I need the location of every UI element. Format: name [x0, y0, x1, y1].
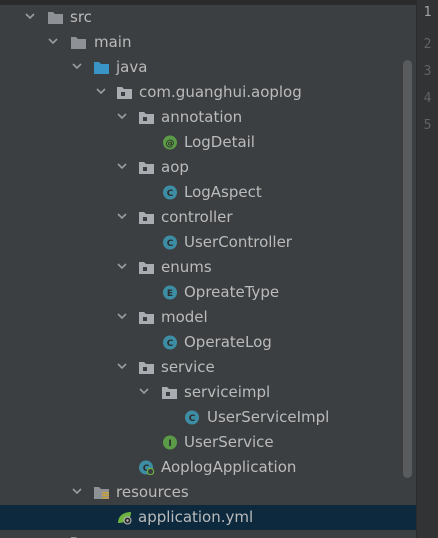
tree-row-model[interactable]: model — [0, 305, 416, 330]
tree-row-label: com.guanghui.aoplog — [139, 83, 302, 101]
chevron-down-icon[interactable] — [117, 313, 127, 320]
tree-row-serviceimpl[interactable]: serviceimpl — [0, 380, 416, 405]
tree-row-service[interactable]: service — [0, 355, 416, 380]
chevron-down-icon[interactable] — [72, 63, 82, 70]
chevron-down-icon[interactable] — [96, 88, 106, 95]
annotation-badge: @ — [166, 139, 175, 149]
class-badge: C — [167, 189, 174, 199]
line-number: 1 — [423, 5, 432, 20]
tree-row-userservice[interactable]: I UserService — [0, 430, 416, 455]
tree-row-annotation[interactable]: annotation — [0, 105, 416, 130]
chevron-down-icon[interactable] — [117, 163, 127, 170]
package-icon — [139, 362, 154, 374]
folder-icon — [71, 37, 86, 49]
chevron-down-icon[interactable] — [72, 488, 82, 495]
tree-row-controller[interactable]: controller — [0, 205, 416, 230]
package-icon — [162, 387, 177, 399]
tree-row-label: service — [161, 358, 215, 376]
spring-config-file-icon — [118, 512, 132, 525]
tree-row-label: annotation — [161, 108, 243, 126]
tree-row-label: aop — [161, 158, 189, 176]
tree-row-logdetail[interactable]: @ LogDetail — [0, 130, 416, 155]
tree-row-label: UserService — [184, 433, 274, 451]
package-icon — [139, 312, 154, 324]
tree-row-label: OperateLog — [184, 333, 272, 351]
class-badge: C — [167, 239, 174, 249]
tree-row-label: java — [116, 58, 148, 76]
tree-row-label: serviceimpl — [184, 383, 271, 401]
tree-row-label: LogAspect — [184, 183, 262, 201]
package-icon — [139, 162, 154, 174]
enum-icon: E — [163, 285, 177, 300]
line-number: 3 — [423, 64, 432, 79]
tree-row-label: src — [70, 8, 92, 26]
tree-row-label: resources — [116, 483, 189, 501]
tree-row-application-yml[interactable]: application.yml — [0, 505, 416, 530]
editor-gutter: 1 2 3 4 5 — [416, 0, 438, 538]
tree-row-package-root[interactable]: com.guanghui.aoplog — [0, 80, 416, 105]
resources-folder-icon — [94, 487, 109, 499]
spring-boot-class-icon: C — [139, 460, 155, 475]
tree-row-resources[interactable]: resources — [0, 480, 416, 505]
project-tree: src main java com.guanghui.aoplog annota… — [0, 5, 416, 538]
tree-row-logaspect[interactable]: C LogAspect — [0, 180, 416, 205]
tree-row-enums[interactable]: enums — [0, 255, 416, 280]
class-badge: C — [167, 339, 174, 349]
tree-row-label: main — [94, 33, 132, 51]
tree-row-label: controller — [161, 208, 233, 226]
tree-row-label: AoplogApplication — [161, 458, 297, 476]
tree-row-label: UserController — [184, 233, 292, 251]
tree-row-aop[interactable]: aop — [0, 155, 416, 180]
tree-row-label: LogDetail — [184, 133, 255, 151]
source-root-folder-icon — [94, 62, 109, 74]
tree-row-label: UserServiceImpl — [207, 408, 330, 426]
class-icon: C — [163, 335, 177, 350]
package-icon — [139, 212, 154, 224]
chevron-down-icon[interactable] — [48, 38, 58, 45]
class-icon: C — [163, 185, 177, 200]
tree-row-opreatetype[interactable]: E OpreateType — [0, 280, 416, 305]
tree-row-label: model — [161, 308, 208, 326]
folder-icon — [48, 12, 63, 24]
scrollbar-thumb[interactable] — [403, 60, 412, 478]
line-number: 4 — [423, 91, 432, 106]
tree-row-java[interactable]: java — [0, 55, 416, 80]
class-badge: C — [189, 414, 196, 424]
line-number: 2 — [423, 37, 432, 52]
package-icon — [139, 112, 154, 124]
class-icon: C — [163, 235, 177, 250]
tree-row-label: enums — [161, 258, 212, 276]
tree-row-label: OpreateType — [184, 283, 280, 301]
chevron-down-icon[interactable] — [117, 113, 127, 120]
chevron-down-icon[interactable] — [117, 363, 127, 370]
tree-row-src[interactable]: src — [0, 5, 416, 30]
tree-row-aoplogapplication[interactable]: C AoplogApplication — [0, 455, 416, 480]
interface-icon: I — [163, 435, 177, 450]
chevron-down-icon[interactable] — [117, 213, 127, 220]
tree-row-operatelog[interactable]: C OperateLog — [0, 330, 416, 355]
chevron-down-icon[interactable] — [25, 13, 35, 20]
interface-badge: I — [168, 439, 171, 449]
tree-row-usercontroller[interactable]: C UserController — [0, 230, 416, 255]
annotation-icon: @ — [163, 135, 177, 150]
line-number: 5 — [423, 118, 432, 133]
class-icon: C — [185, 410, 199, 425]
chevron-down-icon[interactable] — [117, 263, 127, 270]
tree-row-label: application.yml — [138, 508, 254, 526]
enum-badge: E — [167, 289, 173, 299]
tree-row-main[interactable]: main — [0, 30, 416, 55]
tree-row-partial[interactable] — [0, 530, 416, 538]
chevron-down-icon[interactable] — [139, 388, 149, 395]
package-icon — [117, 87, 132, 99]
tree-row-userserviceimpl[interactable]: C UserServiceImpl — [0, 405, 416, 430]
package-icon — [139, 262, 154, 274]
